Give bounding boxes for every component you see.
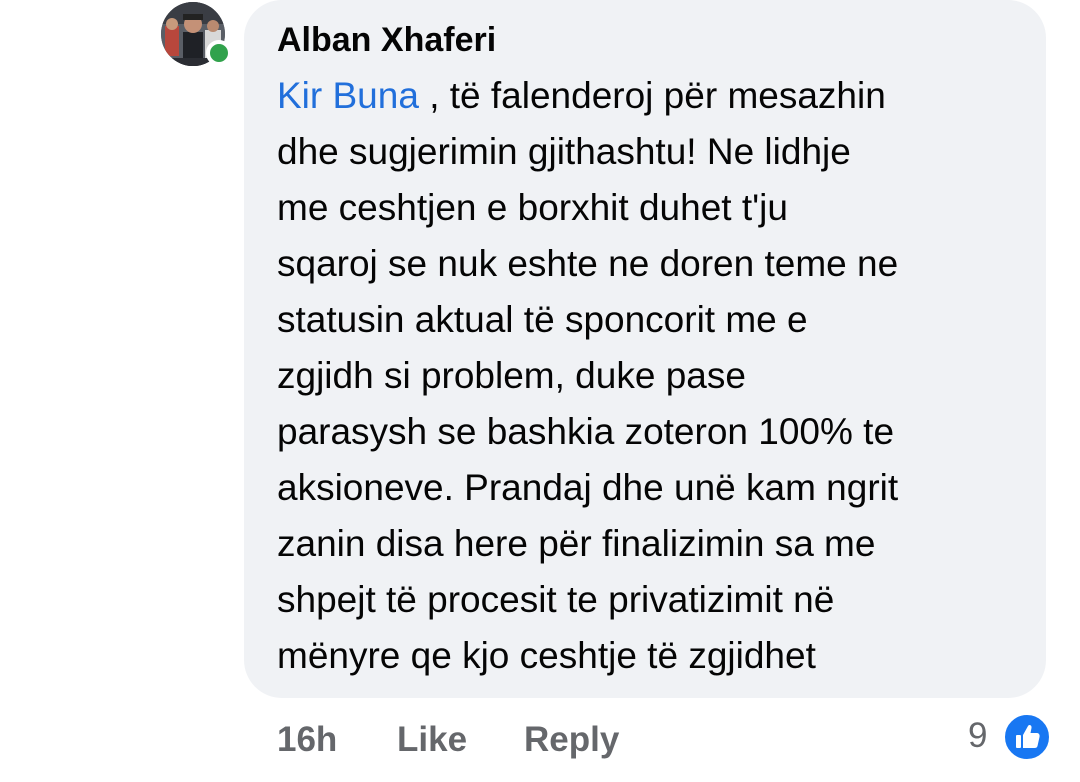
comment-timestamp[interactable]: 16h xyxy=(277,718,337,762)
like-button[interactable]: Like xyxy=(397,718,467,762)
comment-line: zanin disa here për finalizimin sa me xyxy=(277,523,876,564)
comment-line: sqaroj se nuk eshte ne doren teme ne xyxy=(277,243,899,284)
reaction-count: 9 xyxy=(968,716,988,755)
mention-link[interactable]: Kir Buna xyxy=(277,75,419,116)
comment-line: shpejt të procesit te privatizimit në xyxy=(277,579,835,620)
thumbs-up-icon xyxy=(1002,712,1052,762)
comment-line: statusin aktual të sponcorit me e xyxy=(277,299,808,340)
comment-author[interactable]: Alban Xhaferi xyxy=(277,20,496,60)
comment-text: , të falenderoj për mesazhin xyxy=(418,75,886,116)
comment-line: parasysh se bashkia zoteron 100% te xyxy=(277,411,895,452)
online-status-dot xyxy=(206,40,232,66)
comment: Alban Xhaferi Kir Buna , të falenderoj p… xyxy=(0,0,1080,782)
reply-button[interactable]: Reply xyxy=(524,718,619,762)
comment-line: me ceshtjen e borxhit duhet t'ju xyxy=(277,187,788,228)
comment-line: mënyre qe kjo ceshtje të zgjidhet xyxy=(277,635,816,676)
comment-line: Kir Buna , të falenderoj për mesazhin xyxy=(277,68,1037,124)
comment-line: zgjidh si problem, duke pase xyxy=(277,355,746,396)
comment-body: Kir Buna , të falenderoj për mesazhin dh… xyxy=(277,68,1037,684)
comment-line: dhe sugjerimin gjithashtu! Ne lidhje xyxy=(277,131,851,172)
comment-line: aksioneve. Prandaj dhe unë kam ngrit xyxy=(277,467,899,508)
